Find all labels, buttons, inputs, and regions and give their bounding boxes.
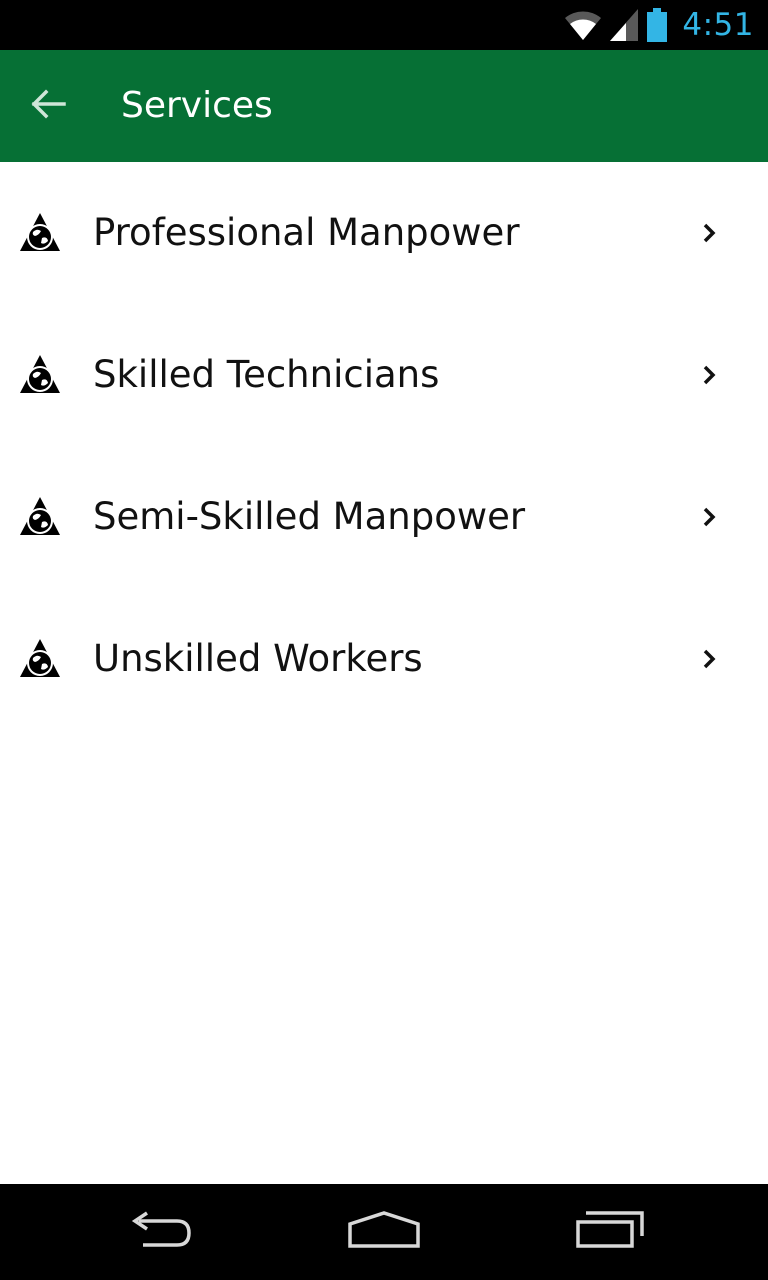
status-icons: 4:51 bbox=[564, 0, 754, 50]
status-clock: 4:51 bbox=[682, 7, 754, 43]
service-item-semi-skilled-manpower[interactable]: Semi-Skilled Manpower bbox=[0, 446, 768, 588]
back-button[interactable] bbox=[22, 80, 74, 132]
globe-logo-icon bbox=[19, 354, 61, 396]
arrow-back-icon bbox=[30, 89, 66, 124]
chevron-right-icon bbox=[700, 646, 720, 672]
nav-back-icon bbox=[125, 1210, 195, 1255]
nav-home-button[interactable] bbox=[334, 1202, 434, 1262]
service-label: Unskilled Workers bbox=[93, 637, 423, 680]
page-title: Services bbox=[121, 85, 273, 126]
chevron-right-icon bbox=[700, 362, 720, 388]
service-item-professional-manpower[interactable]: Professional Manpower bbox=[0, 162, 768, 304]
globe-logo-icon bbox=[19, 212, 61, 254]
nav-recents-icon bbox=[574, 1210, 646, 1255]
service-label: Skilled Technicians bbox=[93, 353, 440, 396]
service-item-unskilled-workers[interactable]: Unskilled Workers bbox=[0, 588, 768, 730]
nav-home-icon bbox=[346, 1210, 422, 1255]
wifi-icon bbox=[564, 9, 602, 41]
globe-logo-icon bbox=[19, 496, 61, 538]
service-label: Professional Manpower bbox=[93, 211, 520, 254]
globe-logo-icon bbox=[19, 638, 61, 680]
app-bar: Services bbox=[0, 50, 768, 162]
service-label: Semi-Skilled Manpower bbox=[93, 495, 526, 538]
nav-recents-button[interactable] bbox=[560, 1202, 660, 1262]
battery-icon bbox=[646, 8, 668, 42]
chevron-right-icon bbox=[700, 220, 720, 246]
cell-signal-icon bbox=[610, 9, 639, 41]
services-list: Professional Manpower Skilled Technician… bbox=[0, 162, 768, 730]
nav-back-button[interactable] bbox=[110, 1202, 210, 1262]
chevron-right-icon bbox=[700, 504, 720, 530]
navigation-bar bbox=[0, 1184, 768, 1280]
status-bar: 4:51 bbox=[0, 0, 768, 50]
service-item-skilled-technicians[interactable]: Skilled Technicians bbox=[0, 304, 768, 446]
